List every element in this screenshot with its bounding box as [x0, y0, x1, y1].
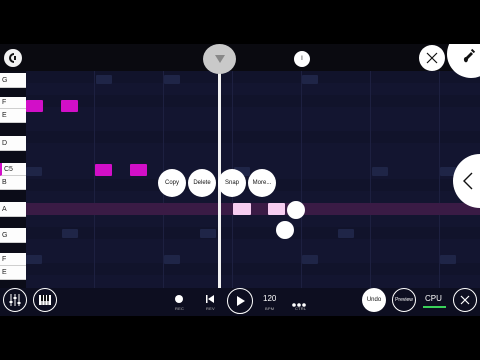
- guitar-icon: [463, 48, 476, 63]
- note[interactable]: [95, 164, 112, 176]
- ghost-note: [440, 255, 456, 264]
- rec-label: REC: [175, 306, 185, 311]
- delete-label: Delete: [193, 180, 211, 186]
- close-button[interactable]: [453, 288, 477, 312]
- key-label: G: [2, 231, 8, 239]
- keyboard-button[interactable]: [33, 288, 57, 312]
- piano-roll-app: I G F E D C5 B A G F E Copy Delete Snap …: [0, 44, 480, 316]
- piano-key[interactable]: E: [0, 109, 26, 123]
- selected-row-highlight: [26, 203, 480, 215]
- piano-key[interactable]: F: [0, 97, 26, 109]
- grid-line: [370, 71, 371, 288]
- piano-key[interactable]: C5: [0, 163, 26, 176]
- piano-key[interactable]: E: [0, 266, 26, 280]
- key-label: A: [2, 205, 7, 213]
- preview-label: Preview: [395, 297, 413, 303]
- key-label: F: [2, 99, 7, 106]
- snap-button[interactable]: Snap: [218, 169, 246, 197]
- screen: I G F E D C5 B A G F E Copy Delete Snap …: [0, 0, 480, 360]
- key-label: G: [2, 76, 8, 84]
- ctrl-label: CTRL: [295, 306, 307, 311]
- piano-key[interactable]: A: [0, 202, 26, 217]
- bottom-toolbar: REC REV 120 BPM CTRL Undo Preview CPU: [0, 288, 480, 316]
- top-bar: I: [0, 44, 480, 71]
- playhead-handle[interactable]: [203, 44, 236, 74]
- key-label: D: [2, 139, 8, 147]
- key-label: C5: [4, 165, 13, 173]
- chevron-left-icon: [463, 172, 473, 190]
- more-button[interactable]: More...: [248, 169, 276, 197]
- note-resize-handle[interactable]: [287, 201, 305, 219]
- ghost-note: [338, 229, 354, 238]
- rev-label: REV: [206, 306, 215, 311]
- preview-button[interactable]: Preview: [392, 288, 416, 312]
- snap-label: Snap: [224, 180, 239, 186]
- delete-button[interactable]: Delete: [188, 169, 216, 197]
- close-icon: [426, 52, 438, 64]
- play-marker-icon: [214, 55, 225, 63]
- ghost-note: [164, 255, 180, 264]
- ghost-note: [96, 75, 112, 84]
- mixer-button[interactable]: [3, 288, 27, 312]
- ghost-note: [26, 255, 42, 264]
- cpu-label: CPU: [425, 294, 442, 303]
- grid-line: [94, 71, 95, 288]
- logo-icon[interactable]: [4, 49, 22, 67]
- piano-key[interactable]: G: [0, 228, 26, 243]
- copy-button[interactable]: Copy: [158, 169, 186, 197]
- ghost-note: [302, 255, 318, 264]
- piano-key[interactable]: D: [0, 136, 26, 151]
- piano-icon: [39, 295, 51, 305]
- copy-label: Copy: [164, 180, 179, 186]
- key-label: E: [2, 269, 7, 276]
- piano-key[interactable]: G: [0, 73, 26, 88]
- play-icon: [237, 296, 245, 306]
- close-icon: [460, 295, 470, 305]
- ghost-note: [200, 229, 216, 238]
- note[interactable]: [26, 100, 43, 112]
- menu-badge-label: I: [301, 56, 303, 62]
- ctrl-button[interactable]: [291, 295, 309, 307]
- key-label: F: [2, 255, 7, 263]
- note[interactable]: [130, 164, 147, 176]
- note-selected[interactable]: [268, 203, 285, 215]
- ghost-note: [62, 229, 78, 238]
- undo-button[interactable]: Undo: [362, 288, 386, 312]
- key-label: B: [2, 179, 7, 186]
- ghost-note: [302, 75, 318, 84]
- menu-badge[interactable]: I: [294, 51, 310, 67]
- undo-label: Undo: [366, 297, 382, 303]
- cpu-meter: [423, 306, 446, 308]
- ghost-note: [26, 167, 42, 176]
- more-label: More...: [252, 180, 272, 186]
- key-label: E: [2, 112, 7, 119]
- note[interactable]: [61, 100, 78, 112]
- bpm-label: BPM: [265, 306, 275, 311]
- velocity-handle[interactable]: [276, 221, 294, 239]
- ghost-note: [164, 75, 180, 84]
- piano-keyboard: G F E D C5 B A G F E: [0, 71, 26, 288]
- ghost-note: [372, 167, 388, 176]
- rewind-icon: [206, 295, 214, 303]
- play-button[interactable]: [227, 288, 253, 314]
- piano-key[interactable]: B: [0, 176, 26, 190]
- mixer-icon: [9, 294, 21, 306]
- note-selected[interactable]: [233, 203, 251, 215]
- close-editor-button[interactable]: [419, 45, 445, 71]
- piano-key[interactable]: F: [0, 253, 26, 266]
- bpm-value[interactable]: 120: [263, 294, 276, 303]
- record-icon: [175, 295, 183, 303]
